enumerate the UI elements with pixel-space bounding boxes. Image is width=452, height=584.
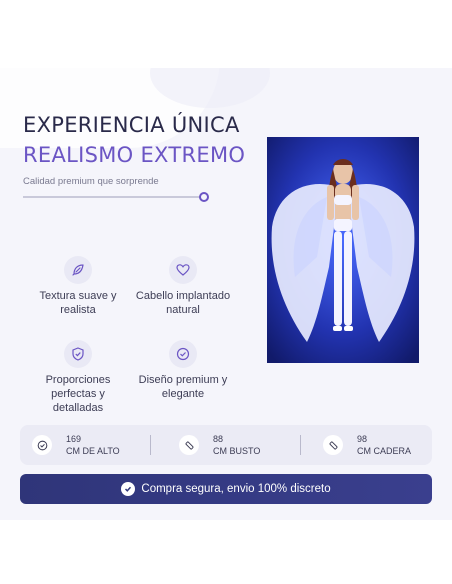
spec-height: 169 CM DE ALTO <box>32 425 120 465</box>
tape-measure-icon <box>323 435 343 455</box>
divider <box>300 435 301 455</box>
feature-label: Textura suave y realista <box>39 290 117 316</box>
hero-subtitle: Calidad premium que sorprende <box>23 176 159 187</box>
shield-check-icon <box>64 340 92 368</box>
feature-label: Diseño premium y elegante <box>138 374 228 400</box>
feature-item: Diseño premium y elegante <box>133 340 233 401</box>
feature-label: Cabello implantado natural <box>135 290 231 316</box>
check-circle-icon <box>121 482 136 496</box>
divider <box>150 435 151 455</box>
tape-measure-icon <box>179 435 199 455</box>
hero-title-line1: EXPERIENCIA ÚNICA <box>23 113 240 137</box>
feature-item: Proporciones perfectas y detalladas <box>28 340 128 415</box>
slider-thumb <box>199 192 209 202</box>
decorative-slider <box>23 192 209 202</box>
heart-icon <box>169 256 197 284</box>
specs-bar: 169 CM DE ALTO 88 CM BUSTO 98 CM CADERA <box>20 425 432 465</box>
feather-icon <box>64 256 92 284</box>
check-circle-icon <box>32 435 52 455</box>
feature-item: Cabello implantado natural <box>133 256 233 317</box>
secure-purchase-banner: Compra segura, envio 100% discreto <box>20 474 432 504</box>
hero-title-line2: REALISMO EXTREMO <box>23 143 246 167</box>
feature-label: Proporciones perfectas y detalladas <box>45 374 111 414</box>
feature-item: Textura suave y realista <box>28 256 128 317</box>
check-circle-icon <box>169 340 197 368</box>
spec-bust: 88 CM BUSTO <box>179 425 260 465</box>
spec-unit: CM BUSTO <box>213 446 261 456</box>
product-photo <box>267 137 419 363</box>
spec-unit: CM DE ALTO <box>66 446 120 456</box>
spec-value: 98 <box>357 434 368 444</box>
spec-hip: 98 CM CADERA <box>323 425 411 465</box>
spec-unit: CM CADERA <box>357 446 412 456</box>
banner-text: Compra segura, envio 100% discreto <box>141 483 331 495</box>
spec-value: 169 <box>66 434 82 444</box>
spec-value: 88 <box>213 434 224 444</box>
